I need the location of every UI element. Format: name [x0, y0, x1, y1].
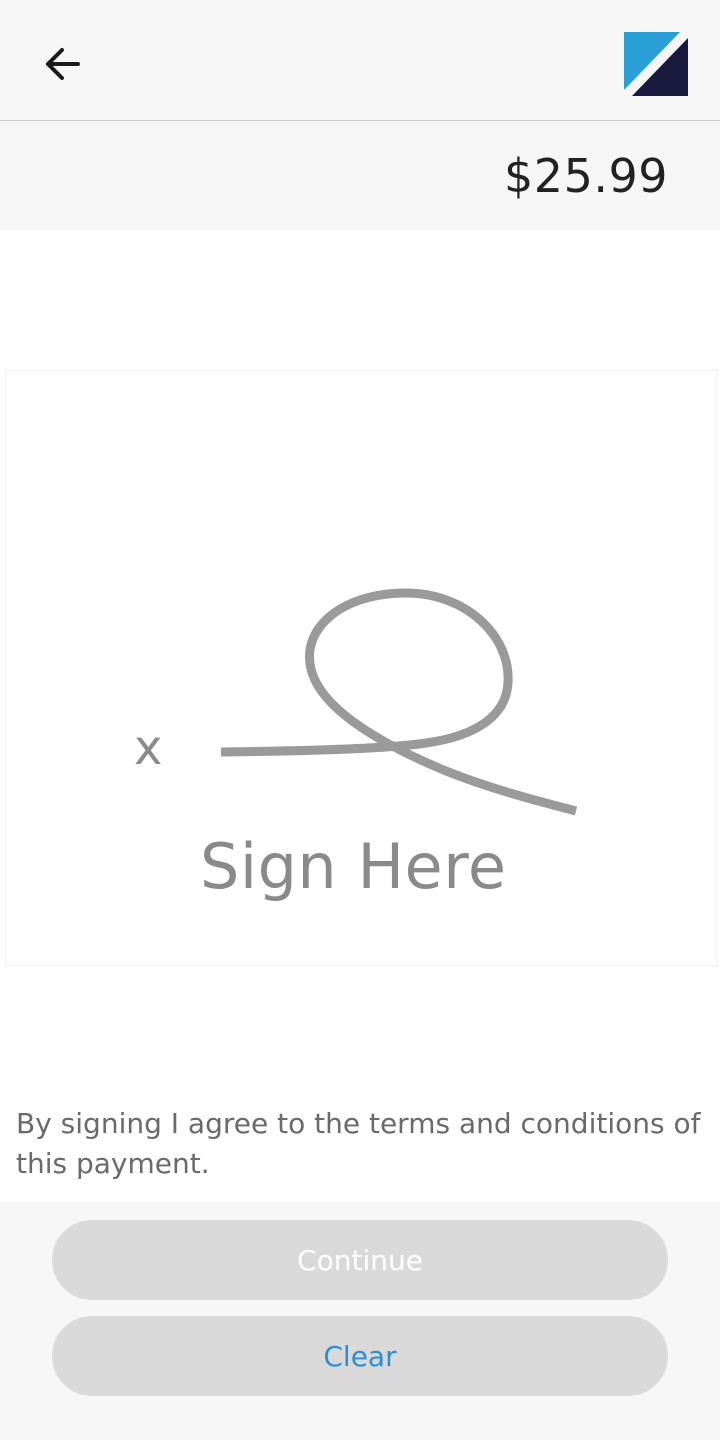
brand-logo-icon	[624, 32, 688, 96]
action-footer: Continue Clear	[0, 1202, 720, 1440]
amount-bar: $25.99	[0, 121, 720, 230]
sign-here-hint: Sign Here	[200, 830, 507, 903]
payment-amount: $25.99	[504, 149, 668, 203]
continue-button[interactable]: Continue	[52, 1220, 668, 1300]
signature-x-mark: x	[134, 720, 163, 776]
clear-button[interactable]: Clear	[52, 1316, 668, 1396]
terms-text: By signing I agree to the terms and cond…	[16, 1107, 701, 1180]
signature-screen: $25.99 x Sign Here By signing I agree to…	[0, 0, 720, 1440]
top-app-bar	[0, 0, 720, 121]
arrow-left-icon	[46, 48, 80, 80]
back-button[interactable]	[30, 32, 94, 96]
